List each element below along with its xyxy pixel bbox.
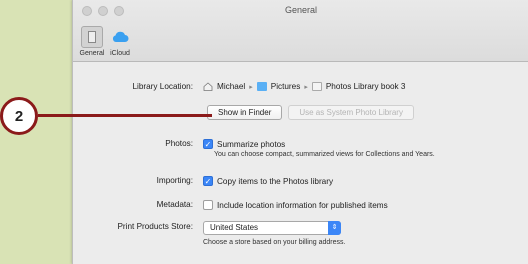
callout-badge: 2	[0, 97, 38, 135]
general-icon	[81, 26, 103, 48]
print-store-selected: United States	[210, 223, 259, 232]
folder-icon	[256, 82, 267, 91]
include-location-option[interactable]: Include location information for publish…	[203, 200, 388, 210]
include-location-text: Include location information for publish…	[217, 200, 388, 210]
copy-items-text: Copy items to the Photos library	[217, 176, 334, 186]
show-in-finder-button[interactable]: Show in Finder	[207, 105, 283, 120]
copy-items-option[interactable]: ✓ Copy items to the Photos library	[203, 176, 333, 186]
importing-label: Importing:	[156, 176, 193, 185]
summarize-photos-text: Summarize photos	[217, 139, 286, 149]
window-title: General	[284, 5, 318, 15]
tab-icloud[interactable]: iCloud	[105, 26, 135, 57]
photos-hint: You can choose compact, summarized views…	[214, 151, 435, 158]
summarize-photos-checkbox[interactable]: ✓	[203, 139, 213, 149]
include-location-checkbox[interactable]	[203, 200, 213, 210]
print-store-select[interactable]: United States ⇕	[203, 221, 341, 235]
general-pane: Library Location: Michael ▸ Pictures ▸ P…	[73, 63, 528, 264]
tab-general-label: General	[79, 50, 105, 57]
tab-icloud-label: iCloud	[110, 50, 130, 57]
path-crumb-library[interactable]: Photos Library book 3	[326, 82, 406, 91]
home-icon	[203, 82, 213, 91]
library-location-label: Library Location:	[132, 82, 193, 91]
library-buttons: Show in Finder Use as System Photo Libra…	[207, 105, 414, 120]
print-store-hint: Choose a store based on your billing add…	[203, 239, 346, 246]
print-store-label: Print Products Store:	[117, 222, 193, 231]
path-crumb-user[interactable]: Michael	[217, 82, 245, 91]
print-store-value: United States ⇕	[203, 221, 341, 235]
photos-label: Photos:	[165, 139, 193, 148]
metadata-label: Metadata:	[156, 200, 193, 209]
photos-library-icon	[311, 82, 322, 91]
preferences-window: General General iCloud Library Location:…	[72, 0, 528, 264]
library-path: Michael ▸ Pictures ▸ Photos Library book…	[203, 82, 405, 91]
chevron-right-icon: ▸	[249, 83, 253, 91]
icloud-icon	[109, 26, 131, 48]
chevron-right-icon: ▸	[304, 83, 308, 91]
title-bar: General General iCloud	[73, 0, 528, 62]
summarize-photos-option[interactable]: ✓ Summarize photos	[203, 139, 285, 149]
path-crumb-folder[interactable]: Pictures	[271, 82, 301, 91]
tab-general[interactable]: General	[77, 26, 107, 57]
copy-items-checkbox[interactable]: ✓	[203, 176, 213, 186]
select-arrows-icon: ⇕	[328, 221, 341, 235]
callout-line	[38, 114, 212, 117]
use-as-system-library-button[interactable]: Use as System Photo Library	[288, 105, 414, 120]
